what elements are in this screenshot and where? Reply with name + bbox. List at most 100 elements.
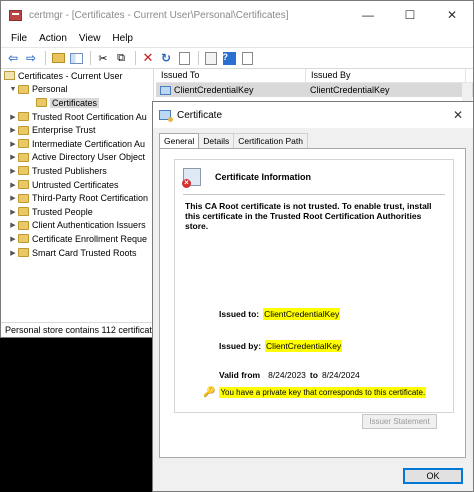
menu-bar: File Action View Help: [1, 29, 473, 47]
folder-icon: [18, 84, 29, 94]
dialog-tabs: General Details Certification Path: [159, 133, 308, 149]
tree-item[interactable]: ▶ Client Authentication Issuers: [1, 219, 153, 233]
tree-item[interactable]: ▶ Untrusted Certificates: [1, 178, 153, 192]
folder-icon: [18, 152, 29, 162]
ok-button[interactable]: OK: [403, 468, 463, 484]
dialog-close-button[interactable]: ✕: [443, 108, 473, 122]
list-header: Issued To Issued By: [156, 69, 473, 83]
tree-item[interactable]: ▶ Certificate Enrollment Reque: [1, 232, 153, 246]
tree-item[interactable]: ▶ Trusted People: [1, 205, 153, 219]
up-folder-icon[interactable]: [50, 50, 66, 66]
general-tab-panel: Certificate Information This CA Root cer…: [159, 148, 466, 458]
issued-to-row: Issued to: ClientCredentialKey: [219, 308, 341, 320]
toolbar: ⇦ ⇨ ✂ ⧉ ✕ ↻ ?: [1, 47, 473, 69]
certificate-icon: [160, 85, 171, 95]
cut-icon[interactable]: ✂: [95, 50, 111, 66]
refresh-icon[interactable]: ↻: [158, 50, 174, 66]
issued-to-label: Issued to:: [219, 309, 260, 319]
tree-item-personal[interactable]: ▼ Personal: [1, 83, 153, 97]
minimize-button[interactable]: —: [347, 1, 389, 29]
folder-icon: [18, 166, 29, 176]
forward-arrow-icon[interactable]: ⇨: [23, 50, 39, 66]
tree-item[interactable]: ▶ Active Directory User Object: [1, 151, 153, 165]
issued-by-label: Issued by:: [219, 341, 262, 351]
tab-details[interactable]: Details: [198, 133, 235, 148]
valid-from-value: 8/24/2023: [268, 370, 306, 380]
maximize-button[interactable]: ☐: [389, 1, 431, 29]
tree-item[interactable]: ▶ Trusted Publishers: [1, 164, 153, 178]
folder-icon: [18, 234, 29, 244]
certificate-info-box: Certificate Information This CA Root cer…: [174, 159, 454, 413]
chevron-right-icon[interactable]: ▶: [8, 221, 18, 229]
key-icon: 🔑: [203, 387, 216, 398]
tab-general[interactable]: General: [159, 133, 200, 149]
chevron-right-icon[interactable]: ▶: [8, 126, 18, 134]
trust-warning-message: This CA Root certificate is not trusted.…: [185, 201, 432, 231]
certificate-dialog: Certificate ✕ General Details Certificat…: [152, 101, 474, 492]
folder-icon: [18, 180, 29, 190]
cert-store-icon: [4, 71, 15, 81]
window-title: certmgr - [Certificates - Current User\P…: [29, 9, 289, 21]
private-key-row: 🔑 You have a private key that correspond…: [203, 387, 427, 398]
column-issued-by[interactable]: Issued By: [306, 69, 466, 82]
tree-item[interactable]: ▶ Third-Party Root Certification: [1, 191, 153, 205]
mmc-doc-icon[interactable]: [239, 50, 255, 66]
certmgr-app-icon: [9, 9, 22, 21]
tree-item[interactable]: ▶ Enterprise Trust: [1, 123, 153, 137]
chevron-right-icon[interactable]: ▶: [8, 194, 18, 202]
help-icon[interactable]: ?: [221, 50, 237, 66]
folder-icon: [18, 112, 29, 122]
folder-icon: [18, 193, 29, 203]
column-issued-to[interactable]: Issued To: [156, 69, 306, 82]
tree-item[interactable]: ▶ Smart Card Trusted Roots: [1, 246, 153, 260]
tab-certification-path[interactable]: Certification Path: [233, 133, 308, 148]
issued-by-value: ClientCredentialKey: [265, 340, 343, 352]
chevron-down-icon[interactable]: ▼: [8, 86, 18, 93]
menu-help[interactable]: Help: [106, 33, 139, 44]
issuer-statement-button[interactable]: Issuer Statement: [362, 414, 437, 429]
folder-icon: [18, 207, 29, 217]
chevron-right-icon[interactable]: ▶: [8, 153, 18, 161]
folder-icon: [18, 220, 29, 230]
untrusted-certificate-icon: [182, 168, 201, 188]
tree-root[interactable]: Certificates - Current User: [1, 69, 153, 83]
tree-item[interactable]: ▶ Intermediate Certification Au: [1, 137, 153, 151]
valid-to-label: to: [309, 370, 318, 380]
info-title: Certificate Information: [215, 172, 312, 182]
issued-by-row: Issued by: ClientCredentialKey: [219, 340, 343, 352]
show-hide-tree-icon[interactable]: [68, 50, 84, 66]
chevron-right-icon[interactable]: ▶: [8, 235, 18, 243]
chevron-right-icon[interactable]: ▶: [8, 140, 18, 148]
menu-file[interactable]: File: [5, 33, 33, 44]
table-row[interactable]: ClientCredentialKey ClientCredentialKey: [156, 83, 473, 97]
properties-icon[interactable]: [203, 50, 219, 66]
folder-icon: [18, 125, 29, 135]
close-button[interactable]: ✕: [431, 1, 473, 29]
title-bar: certmgr - [Certificates - Current User\P…: [1, 1, 473, 29]
menu-action[interactable]: Action: [33, 33, 73, 44]
chevron-right-icon[interactable]: ▶: [8, 113, 18, 121]
delete-icon[interactable]: ✕: [140, 50, 156, 66]
chevron-right-icon[interactable]: ▶: [8, 249, 18, 257]
validity-row: Valid from 8/24/2023 to 8/24/2024: [219, 370, 360, 380]
folder-icon: [36, 98, 47, 108]
certificate-icon: [159, 110, 173, 122]
issued-to-value: ClientCredentialKey: [263, 308, 341, 320]
folder-icon: [18, 139, 29, 149]
chevron-right-icon[interactable]: ▶: [8, 208, 18, 216]
chevron-right-icon[interactable]: ▶: [8, 181, 18, 189]
dialog-title: Certificate: [177, 109, 223, 121]
private-key-note: You have a private key that corresponds …: [219, 387, 427, 398]
dialog-title-bar: Certificate ✕: [153, 102, 473, 128]
tree-item-certificates[interactable]: Certificates: [1, 96, 153, 110]
copy-icon[interactable]: ⧉: [113, 50, 129, 66]
cell-issued-to: ClientCredentialKey: [156, 85, 306, 95]
back-arrow-icon[interactable]: ⇦: [5, 50, 21, 66]
export-list-icon[interactable]: [176, 50, 192, 66]
tree-item[interactable]: ▶ Trusted Root Certification Au: [1, 110, 153, 124]
console-tree: Certificates - Current User ▼ Personal C…: [1, 69, 154, 322]
chevron-right-icon[interactable]: ▶: [8, 167, 18, 175]
cell-issued-by: ClientCredentialKey: [310, 85, 390, 95]
menu-view[interactable]: View: [73, 33, 107, 44]
valid-from-label: Valid from: [219, 370, 261, 380]
